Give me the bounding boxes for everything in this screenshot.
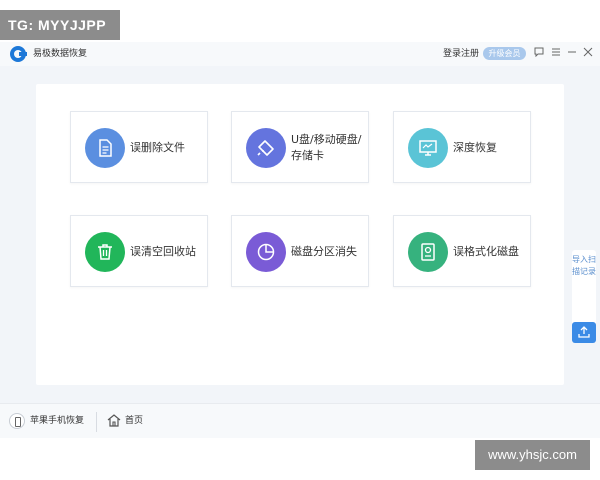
upload-icon <box>578 326 590 338</box>
page: TG: MYYJJPP 易极数据恢复 登录注册 升级会员 误删除文件 U盘/移动… <box>0 0 600 480</box>
card-icon-circle <box>408 232 448 272</box>
card-label: 误删除文件 <box>130 141 185 154</box>
recovery-options-panel: 误删除文件 U盘/移动硬盘/存储卡 深度恢复 误清空回收站 磁盘分区消失 误格式… <box>36 84 564 385</box>
card-formatted-disk[interactable]: 误格式化磁盘 <box>393 215 531 287</box>
import-button[interactable] <box>572 322 596 343</box>
app-window: 易极数据恢复 登录注册 升级会员 误删除文件 U盘/移动硬盘/存储卡 深度恢复 … <box>0 42 600 438</box>
home-link[interactable]: 首页 <box>125 414 143 428</box>
pie-chart-icon <box>257 243 275 261</box>
card-label: 深度恢复 <box>453 141 497 154</box>
card-deleted-files[interactable]: 误删除文件 <box>70 111 208 183</box>
app-logo-icon <box>10 46 27 62</box>
home-icon <box>107 414 121 427</box>
card-icon-circle <box>246 128 286 168</box>
trash-icon <box>98 244 112 260</box>
import-scan-record-label: 导入扫描记录 <box>572 255 596 276</box>
phone-icon <box>9 413 25 429</box>
card-icon-circle <box>408 128 448 168</box>
card-deep-recovery[interactable]: 深度恢复 <box>393 111 531 183</box>
message-icon[interactable] <box>533 47 545 60</box>
card-label: 误格式化磁盘 <box>453 245 519 258</box>
card-icon-circle <box>85 232 125 272</box>
login-register-link[interactable]: 登录注册 <box>443 47 479 61</box>
upgrade-member-button[interactable]: 升级会员 <box>483 47 526 60</box>
card-label: 误清空回收站 <box>130 245 196 258</box>
close-icon[interactable] <box>582 47 594 60</box>
divider <box>96 412 97 432</box>
watermark-top: TG: MYYJJPP <box>0 10 120 40</box>
menu-icon[interactable] <box>550 47 562 60</box>
card-label: 磁盘分区消失 <box>291 245 357 258</box>
card-icon-circle <box>85 128 125 168</box>
card-recycle-bin[interactable]: 误清空回收站 <box>70 215 208 287</box>
usb-drive-icon <box>257 140 274 156</box>
app-title: 易极数据恢复 <box>33 49 88 59</box>
hard-disk-icon <box>421 243 435 261</box>
card-label: U盘/移动硬盘/存储卡 <box>291 133 362 162</box>
apple-phone-recovery-link[interactable]: 苹果手机恢复 <box>30 414 84 428</box>
card-partition-lost[interactable]: 磁盘分区消失 <box>231 215 369 287</box>
watermark-bottom: www.yhsjc.com <box>475 440 590 470</box>
card-icon-circle <box>246 232 286 272</box>
monitor-icon <box>419 140 437 156</box>
minimize-icon[interactable] <box>566 47 578 60</box>
import-scan-record-tab[interactable]: 导入扫描记录 <box>572 250 596 330</box>
document-icon <box>99 139 112 157</box>
card-usb-storage[interactable]: U盘/移动硬盘/存储卡 <box>231 111 369 183</box>
bottom-bar: 苹果手机恢复 首页 <box>0 403 600 438</box>
title-bar: 易极数据恢复 登录注册 升级会员 <box>0 42 600 66</box>
